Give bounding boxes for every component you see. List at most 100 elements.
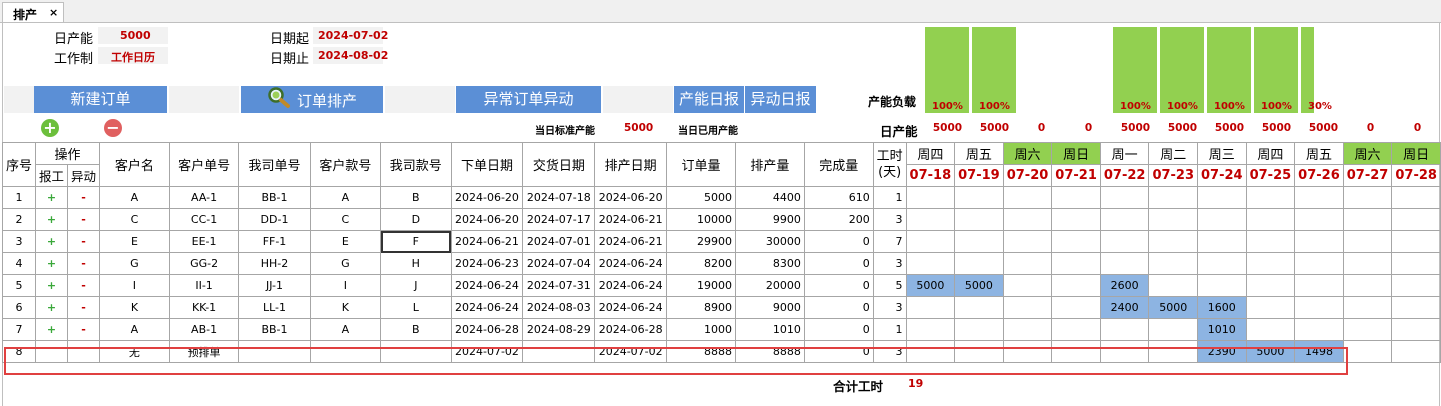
cell-order-date[interactable]: 2024-06-24 [450, 296, 524, 319]
schedule-cell[interactable] [1051, 318, 1101, 341]
cell-order-date[interactable]: 2024-06-21 [450, 230, 524, 253]
schedule-cell[interactable] [1099, 208, 1150, 231]
cell-schedule-qty[interactable]: 9000 [734, 296, 805, 319]
add-button[interactable]: + [35, 274, 69, 297]
cell-cust-order[interactable]: II-1 [168, 274, 240, 297]
cell-schedule-date[interactable]: 2024-06-24 [594, 274, 668, 297]
cell-our-style[interactable]: B [380, 186, 452, 209]
row-seq[interactable]: 7 [1, 318, 37, 341]
schedule-cell[interactable] [1051, 274, 1101, 297]
add-button[interactable]: + [35, 186, 69, 209]
cell-schedule-qty[interactable]: 9900 [734, 208, 805, 231]
schedule-cell[interactable] [1391, 296, 1441, 319]
remove-order-icon[interactable]: − [104, 119, 122, 137]
schedule-cell[interactable] [1342, 252, 1393, 275]
cell-cust-order[interactable]: AB-1 [168, 318, 240, 341]
table-row[interactable]: 7 + - A AB-1 BB-1 A B 2024-06-28 2024-08-29 2024-0… [1, 318, 1441, 341]
schedule-cell[interactable] [1148, 186, 1199, 209]
cell-schedule-qty[interactable]: 1010 [734, 318, 805, 341]
schedule-cell[interactable] [1002, 318, 1053, 341]
schedule-cell[interactable] [1294, 252, 1344, 275]
cell-hours[interactable]: 5 [872, 274, 907, 297]
cell-cust-style[interactable]: A [309, 318, 382, 341]
cell-schedule-date[interactable]: 2024-06-24 [594, 296, 668, 319]
cell-order-date[interactable]: 2024-06-20 [450, 186, 524, 209]
cell-delivery-date[interactable]: 2024-08-03 [522, 296, 596, 319]
remove-button[interactable]: - [67, 318, 101, 341]
cell-schedule-date[interactable]: 2024-06-28 [594, 318, 668, 341]
table-row[interactable]: 2 + - C CC-1 DD-1 C D 2024-06-20 2024-07-17 2024-0… [1, 208, 1441, 231]
schedule-cell[interactable] [1245, 274, 1296, 297]
cell-cust-order[interactable]: CC-1 [168, 208, 240, 231]
cell-order-qty[interactable]: 29900 [666, 230, 736, 253]
close-icon[interactable]: × [49, 6, 58, 19]
cell-delivery-date[interactable]: 2024-07-17 [522, 208, 596, 231]
tab-schedule[interactable]: 排产 × [2, 2, 64, 22]
cell-schedule-qty[interactable]: 4400 [734, 186, 805, 209]
schedule-cell[interactable] [1002, 296, 1053, 319]
schedule-cell[interactable] [1342, 340, 1393, 363]
cell-schedule-qty[interactable]: 8300 [734, 252, 805, 275]
remove-button[interactable]: - [67, 274, 101, 297]
schedule-cell[interactable] [1099, 230, 1150, 253]
cell-delivery-date[interactable]: 2024-07-01 [522, 230, 596, 253]
schedule-cell[interactable] [1245, 208, 1296, 231]
schedule-cell[interactable] [905, 296, 956, 319]
schedule-cell[interactable] [1051, 296, 1101, 319]
schedule-cell[interactable]: 1600 [1197, 296, 1247, 319]
schedule-cell[interactable]: 1010 [1197, 318, 1247, 341]
schedule-cell[interactable] [954, 252, 1004, 275]
schedule-cell[interactable] [905, 318, 956, 341]
schedule-cell[interactable] [1148, 230, 1199, 253]
cell-done-qty[interactable]: 0 [803, 230, 874, 253]
cell-hours[interactable]: 1 [872, 318, 907, 341]
schedule-cell[interactable] [954, 208, 1004, 231]
cell-our-style[interactable]: H [380, 252, 452, 275]
cell-done-qty[interactable]: 0 [803, 318, 874, 341]
schedule-cell[interactable] [1051, 230, 1101, 253]
schedule-cell[interactable]: 5000 [954, 274, 1004, 297]
schedule-cell[interactable] [1197, 208, 1247, 231]
schedule-cell[interactable] [954, 318, 1004, 341]
cell-order-qty[interactable]: 8900 [666, 296, 736, 319]
schedule-cell[interactable] [1391, 274, 1441, 297]
add-button[interactable]: + [35, 252, 69, 275]
schedule-cell[interactable] [1245, 230, 1296, 253]
schedule-cell[interactable] [1391, 186, 1441, 209]
cell-schedule-date[interactable]: 2024-06-20 [594, 186, 668, 209]
cell-our-order[interactable]: JJ-1 [238, 274, 311, 297]
cell-order-qty[interactable]: 5000 [666, 186, 736, 209]
schedule-cell[interactable] [1002, 252, 1053, 275]
table-row[interactable]: 3 + - E EE-1 FF-1 E F 2024-06-21 2024-07-01 2024-0… [1, 230, 1441, 253]
schedule-cell[interactable] [1342, 230, 1393, 253]
table-row[interactable]: 1 + - A AA-1 BB-1 A B 2024-06-20 2024-07-18 2024-0… [1, 186, 1441, 209]
schedule-order-button[interactable]: 订单排产 [241, 86, 383, 113]
schedule-cell[interactable] [905, 230, 956, 253]
cell-schedule-qty[interactable]: 30000 [734, 230, 805, 253]
row-seq[interactable]: 5 [1, 274, 37, 297]
remove-button[interactable]: - [67, 252, 101, 275]
row-seq[interactable]: 6 [1, 296, 37, 319]
cell-customer[interactable]: A [99, 318, 170, 341]
cell-our-style[interactable]: L [380, 296, 452, 319]
schedule-cell[interactable] [1197, 252, 1247, 275]
cell-order-date[interactable]: 2024-06-23 [450, 252, 524, 275]
schedule-cell[interactable] [1002, 186, 1053, 209]
cell-delivery-date[interactable]: 2024-07-31 [522, 274, 596, 297]
work-system-value[interactable]: 工作日历 [111, 49, 155, 65]
schedule-cell[interactable] [1342, 186, 1393, 209]
cell-our-style[interactable]: J [380, 274, 452, 297]
schedule-cell[interactable] [1245, 252, 1296, 275]
schedule-cell[interactable] [1245, 296, 1296, 319]
cell-customer[interactable]: A [99, 186, 170, 209]
schedule-cell[interactable] [954, 186, 1004, 209]
schedule-cell[interactable] [905, 208, 956, 231]
schedule-cell[interactable] [1148, 208, 1199, 231]
schedule-cell[interactable] [1245, 318, 1296, 341]
cell-customer[interactable]: G [99, 252, 170, 275]
schedule-cell[interactable] [1342, 274, 1393, 297]
cell-cust-style[interactable]: C [309, 208, 382, 231]
cell-done-qty[interactable]: 200 [803, 208, 874, 231]
cell-cust-style[interactable]: I [309, 274, 382, 297]
cell-hours[interactable]: 1 [872, 186, 907, 209]
